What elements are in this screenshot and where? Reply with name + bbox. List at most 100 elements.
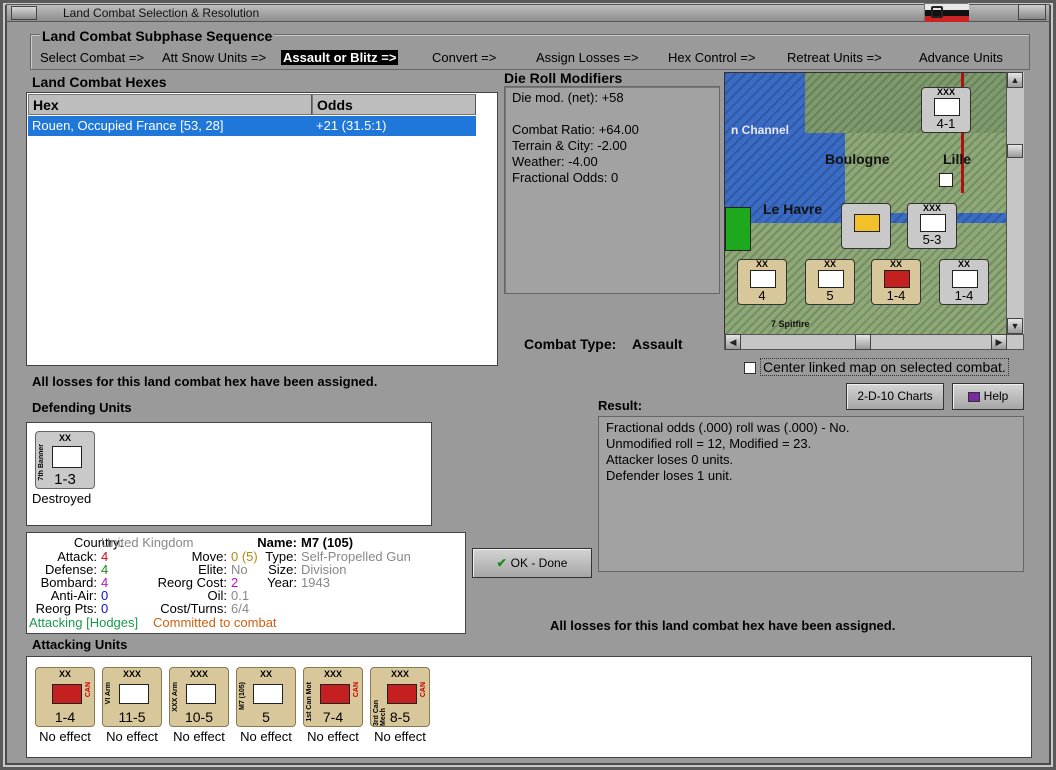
center-linked-label[interactable]: Center linked map on selected combat. <box>760 358 1009 376</box>
odds-cell[interactable]: +21 (31.5:1) <box>312 116 476 136</box>
map-counter[interactable]: XX 4 <box>737 259 787 305</box>
map-counter-selected[interactable] <box>841 203 891 249</box>
attacking-unit-effect: No effect <box>39 729 91 744</box>
terrain-city: Terrain & City: -2.00 <box>512 138 627 153</box>
attacking-unit-effect: No effect <box>173 729 225 744</box>
attacking-unit-effect: No effect <box>240 729 292 744</box>
map-counter[interactable]: XX 5 <box>805 259 855 305</box>
map-label-le-havre: Le Havre <box>763 201 823 217</box>
step-assault-or-blitz[interactable]: Assault or Blitz => <box>281 50 399 65</box>
charts-button[interactable]: 2-D-10 Charts <box>846 383 944 410</box>
map-horizontal-scrollbar[interactable]: ◀ ▶ <box>724 334 1024 350</box>
unit-symbol-icon <box>387 684 417 704</box>
map-vertical-scrollbar[interactable]: ▲ ▼ <box>1006 72 1024 336</box>
nation-flag-icon <box>924 3 969 22</box>
die-roll-panel: Die mod. (net): +58 Combat Ratio: +64.00… <box>504 86 720 294</box>
scroll-down-icon[interactable]: ▼ <box>1007 318 1023 334</box>
subphase-title: Land Combat Subphase Sequence <box>40 28 275 44</box>
step-select-combat[interactable]: Select Combat => <box>40 50 144 65</box>
step-advance-units[interactable]: Advance Units <box>919 50 1003 65</box>
defending-title: Defending Units <box>32 400 132 415</box>
reorgpts-value: 0 <box>101 601 109 616</box>
map-land <box>805 73 1023 133</box>
result-line: Attacker loses 0 units. <box>606 452 734 467</box>
defending-unit-counter[interactable]: XX 7th Banner 1-3 <box>35 431 95 489</box>
costturns-value: 6/4 <box>231 601 250 616</box>
map-label-channel: n Channel <box>731 123 790 137</box>
unit-symbol-icon <box>52 684 82 704</box>
unit-symbol-icon <box>119 684 149 704</box>
unit-symbol-icon <box>253 684 283 704</box>
map-counter[interactable]: XX 1-4 <box>871 259 921 305</box>
year-label: Year: <box>267 575 297 590</box>
system-menu-button[interactable] <box>11 6 37 20</box>
map-land <box>845 133 1023 213</box>
committed-status: Committed to combat <box>153 615 277 630</box>
unit-symbol-icon <box>320 684 350 704</box>
attacking-unit-counter[interactable]: XX M7 (105) 5 <box>236 667 296 727</box>
title-bar[interactable]: Land Combat Selection & Resolution <box>6 4 1050 22</box>
close-button[interactable] <box>1018 4 1046 20</box>
unit-symbol-icon <box>920 214 946 232</box>
scroll-left-icon[interactable]: ◀ <box>725 334 741 350</box>
combat-type-label: Combat Type: <box>524 336 617 352</box>
die-mod-net: Die mod. (net): +58 <box>512 90 624 105</box>
unit-symbol-icon <box>818 270 844 288</box>
map-green-counter[interactable] <box>725 207 751 251</box>
step-att-snow-units[interactable]: Att Snow Units => <box>162 50 266 65</box>
map-counter[interactable]: XXX 4-1 <box>921 87 971 133</box>
unit-symbol-icon <box>750 270 776 288</box>
defending-unit-status: Destroyed <box>32 491 92 506</box>
attacking-unit-effect: No effect <box>307 729 359 744</box>
combat-fire-icon <box>854 214 880 232</box>
attacking-unit-counter[interactable]: XXX VI Arm 11-5 <box>102 667 162 727</box>
losses-message-top: All losses for this land combat hex have… <box>32 374 378 389</box>
name-value: M7 (105) <box>301 535 354 550</box>
country-value: United Kingdom <box>101 535 194 550</box>
unit-symbol-icon <box>186 684 216 704</box>
attacking-units-panel: XX CAN 1-4 No effect XXX VI Arm 11-5 No … <box>26 656 1032 758</box>
map-counter[interactable]: XX 1-4 <box>939 259 989 305</box>
attacking-unit-counter[interactable]: XXX XXX Arm 10-5 <box>169 667 229 727</box>
costturns-label: Cost/Turns: <box>160 601 227 616</box>
attacking-unit-effect: No effect <box>374 729 426 744</box>
step-convert[interactable]: Convert => <box>432 50 496 65</box>
scroll-right-icon[interactable]: ▶ <box>991 334 1007 350</box>
result-line: Unmodified roll = 12, Modified = 23. <box>606 436 812 451</box>
linked-map[interactable]: n Channel Boulogne Lille Le Havre XXX 4-… <box>724 72 1024 336</box>
city-icon <box>939 173 953 187</box>
scroll-up-icon[interactable]: ▲ <box>1007 72 1023 88</box>
help-book-icon <box>967 391 980 402</box>
scroll-thumb[interactable] <box>1007 144 1023 158</box>
attacking-unit-counter[interactable]: XX CAN 1-4 <box>35 667 95 727</box>
combat-ratio: Combat Ratio: +64.00 <box>512 122 639 137</box>
map-counter[interactable]: XXX 5-3 <box>907 203 957 249</box>
unit-symbol-icon <box>952 270 978 288</box>
unit-info-panel: Country: United Kingdom Attack: 4 Defens… <box>26 532 466 634</box>
losses-message-bottom: All losses for this land combat hex have… <box>550 618 896 633</box>
help-button[interactable]: Help <box>952 383 1024 410</box>
name-label: Name: <box>257 535 297 550</box>
scroll-thumb[interactable] <box>855 334 871 350</box>
unit-symbol-icon <box>884 270 910 288</box>
ok-done-button[interactable]: ✔ OK - Done <box>472 548 592 578</box>
attacking-unit-counter[interactable]: XXX 1st Can Mot CAN 7-4 <box>303 667 363 727</box>
column-header-odds[interactable]: Odds <box>312 94 476 115</box>
column-header-hex[interactable]: Hex <box>28 94 312 115</box>
attacking-unit-effect: No effect <box>106 729 158 744</box>
checkmark-icon: ✔ <box>496 556 507 570</box>
step-assign-losses[interactable]: Assign Losses => <box>536 50 639 65</box>
hex-cell[interactable]: Rouen, Occupied France [53, 28] <box>28 116 312 136</box>
step-hex-control[interactable]: Hex Control => <box>668 50 755 65</box>
center-linked-checkbox[interactable] <box>744 362 756 374</box>
unit-symbol-icon <box>52 446 82 468</box>
attacking-unit-counter[interactable]: XXX 3rd Can Mech CAN 8-5 <box>370 667 430 727</box>
year-value: 1943 <box>301 575 330 590</box>
result-title: Result: <box>598 398 643 413</box>
fractional-odds: Fractional Odds: 0 <box>512 170 619 185</box>
unit-symbol-icon <box>934 98 960 116</box>
step-retreat-units[interactable]: Retreat Units => <box>787 50 882 65</box>
hexes-table: Hex Odds Rouen, Occupied France [53, 28]… <box>26 92 498 366</box>
map-label-boulogne: Boulogne <box>825 151 890 167</box>
reorgpts-label: Reorg Pts: <box>35 601 97 616</box>
